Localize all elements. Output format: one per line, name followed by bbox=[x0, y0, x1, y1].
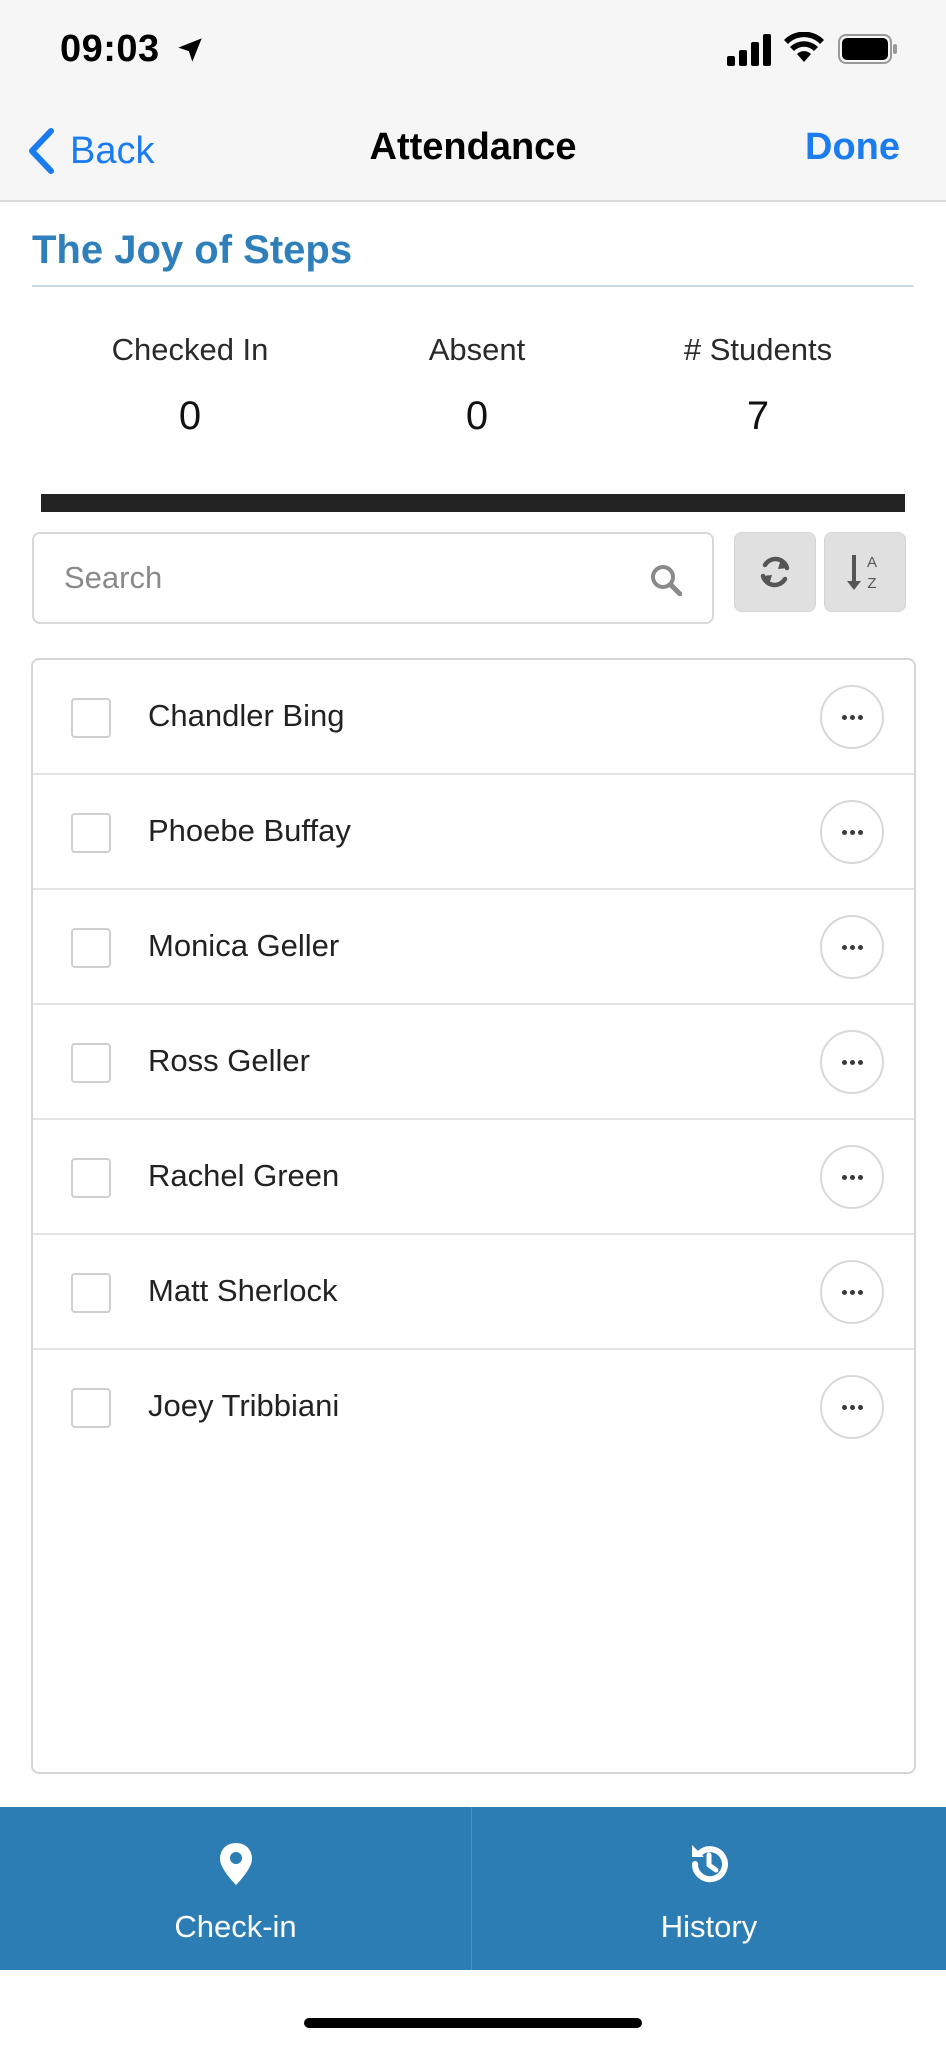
student-name: Phoebe Buffay bbox=[148, 813, 351, 848]
stat-checked-in: Checked In 0 bbox=[70, 332, 310, 439]
class-title: The Joy of Steps bbox=[32, 228, 353, 272]
attendance-checkbox[interactable] bbox=[71, 928, 111, 968]
attendance-checkbox[interactable] bbox=[71, 1043, 111, 1083]
stat-label: Absent bbox=[428, 332, 526, 367]
refresh-icon bbox=[760, 556, 790, 588]
more-options-button[interactable] bbox=[820, 1030, 884, 1094]
svg-text:Z: Z bbox=[867, 575, 876, 592]
stat-students: # Students 7 bbox=[638, 332, 878, 439]
history-icon bbox=[691, 1845, 728, 1883]
stat-value: 0 bbox=[465, 394, 489, 438]
list-item: Monica Geller bbox=[33, 890, 914, 1005]
search-icon[interactable] bbox=[650, 564, 682, 596]
student-name: Ross Geller bbox=[148, 1043, 310, 1078]
more-icon bbox=[841, 1174, 847, 1180]
list-item: Joey Tribbiani bbox=[33, 1350, 914, 1465]
status-bar: 09:03 bbox=[0, 0, 946, 100]
map-pin-icon bbox=[219, 1843, 252, 1885]
more-options-button[interactable] bbox=[820, 1145, 884, 1209]
done-button[interactable]: Done bbox=[805, 126, 900, 169]
status-time: 09:03 bbox=[60, 28, 160, 70]
wifi-icon bbox=[784, 32, 824, 62]
student-name: Joey Tribbiani bbox=[148, 1388, 340, 1423]
tab-label: Check-in bbox=[174, 1909, 297, 1944]
more-options-button[interactable] bbox=[820, 1375, 884, 1439]
more-icon bbox=[841, 1289, 847, 1295]
student-name: Rachel Green bbox=[148, 1158, 340, 1193]
list-item: Phoebe Buffay bbox=[33, 775, 914, 890]
home-indicator bbox=[304, 2018, 642, 2028]
stat-value: 0 bbox=[178, 394, 202, 438]
stat-absent: Absent 0 bbox=[357, 332, 597, 439]
battery-icon bbox=[838, 34, 897, 64]
sort-alpha-button[interactable]: A Z bbox=[824, 532, 906, 612]
stat-value: 7 bbox=[746, 394, 770, 438]
attendance-checkbox[interactable] bbox=[71, 1158, 111, 1198]
attendance-checkbox[interactable] bbox=[71, 1273, 111, 1313]
more-icon bbox=[841, 1059, 847, 1065]
student-name: Monica Geller bbox=[148, 928, 340, 963]
more-icon bbox=[841, 944, 847, 950]
tab-label: History bbox=[660, 1909, 758, 1944]
more-options-button[interactable] bbox=[820, 915, 884, 979]
sort-alpha-icon: A Z bbox=[847, 554, 877, 592]
attendance-progress-bar bbox=[41, 494, 905, 512]
svg-text:A: A bbox=[867, 554, 877, 571]
location-arrow-icon bbox=[178, 38, 202, 62]
title-divider bbox=[32, 285, 914, 287]
student-list: Chandler Bing Phoebe Buffay Monica Gelle… bbox=[31, 658, 916, 1774]
signal-icon bbox=[727, 34, 771, 66]
student-name: Matt Sherlock bbox=[148, 1273, 338, 1308]
attendance-checkbox[interactable] bbox=[71, 813, 111, 853]
tab-check-in[interactable]: Check-in bbox=[0, 1807, 472, 1970]
list-item: Chandler Bing bbox=[33, 660, 914, 775]
search-box[interactable] bbox=[32, 532, 714, 624]
more-icon bbox=[841, 829, 847, 835]
list-item: Rachel Green bbox=[33, 1120, 914, 1235]
search-input[interactable] bbox=[64, 534, 624, 622]
list-item: Ross Geller bbox=[33, 1005, 914, 1120]
more-options-button[interactable] bbox=[820, 1260, 884, 1324]
more-icon bbox=[841, 714, 847, 720]
student-name: Chandler Bing bbox=[148, 698, 345, 733]
stat-label: # Students bbox=[683, 332, 833, 367]
list-item: Matt Sherlock bbox=[33, 1235, 914, 1350]
attendance-checkbox[interactable] bbox=[71, 1388, 111, 1428]
attendance-checkbox[interactable] bbox=[71, 698, 111, 738]
refresh-button[interactable] bbox=[734, 532, 816, 612]
stat-label: Checked In bbox=[111, 332, 269, 367]
more-icon bbox=[841, 1404, 847, 1410]
nav-bar: Back Attendance Done bbox=[0, 100, 946, 202]
tab-bar: Check-in History bbox=[0, 1807, 946, 1970]
more-options-button[interactable] bbox=[820, 800, 884, 864]
more-options-button[interactable] bbox=[820, 685, 884, 749]
tab-history[interactable]: History bbox=[473, 1807, 945, 1970]
